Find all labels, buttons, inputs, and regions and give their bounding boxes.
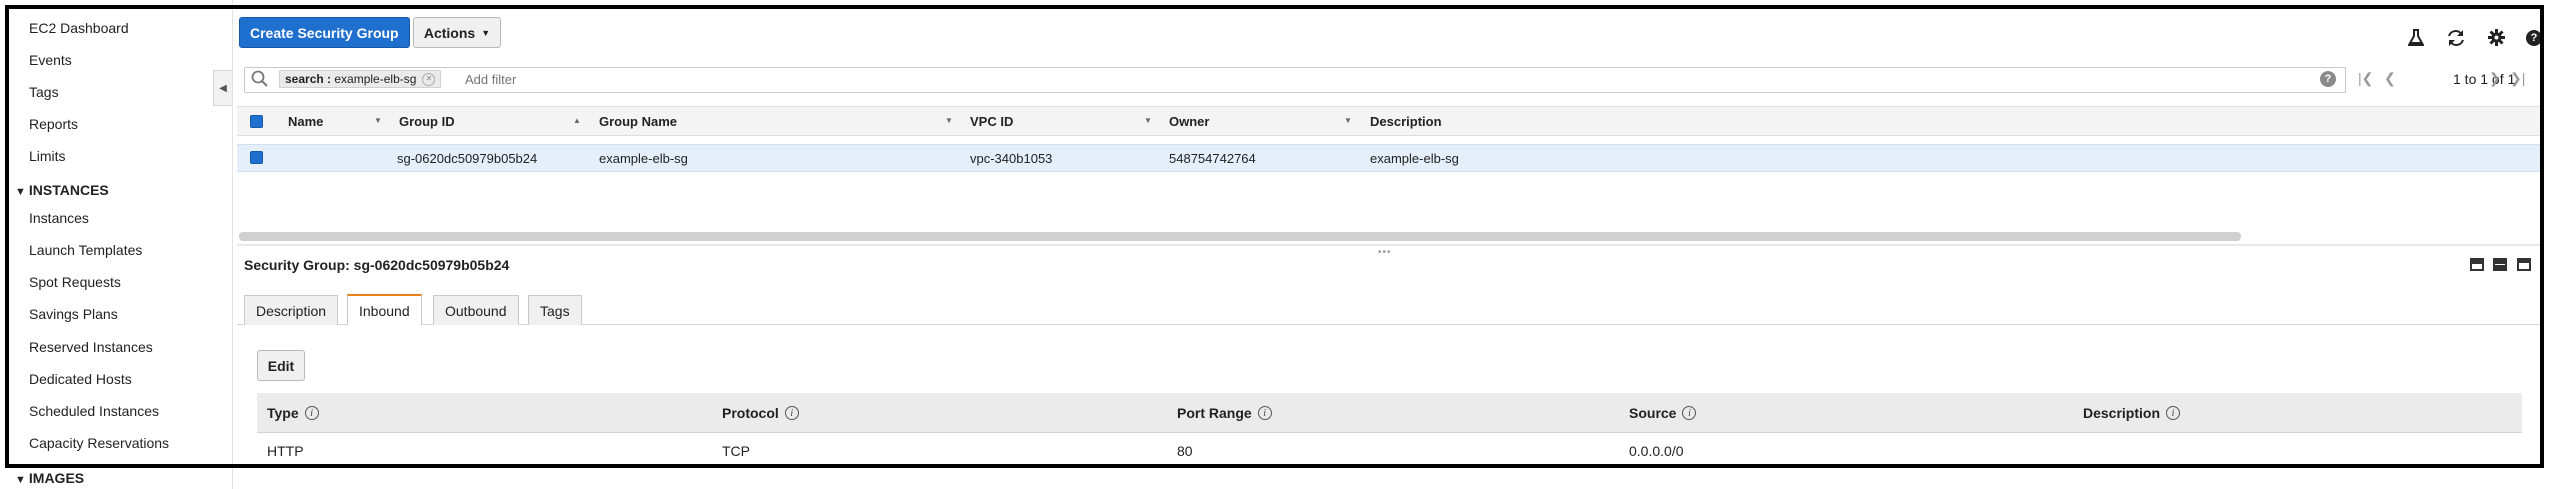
sidebar-item-spot-requests[interactable]: Spot Requests: [29, 274, 121, 290]
next-page-icon[interactable]: ❯: [2489, 70, 2501, 87]
rules-column-protocol: Protocol i: [722, 405, 799, 421]
select-all-checkbox[interactable]: [250, 115, 263, 128]
sidebar-item-scheduled-instances[interactable]: Scheduled Instances: [29, 403, 159, 419]
tab-inbound[interactable]: Inbound: [347, 294, 422, 325]
actions-dropdown[interactable]: Actions ▼: [413, 17, 501, 48]
caret-left-icon: ◀: [219, 82, 227, 94]
caret-down-icon: ▼: [15, 186, 26, 198]
rule-port-range: 80: [1177, 443, 1193, 459]
sidebar-item-launch-templates[interactable]: Launch Templates: [29, 242, 142, 258]
info-icon[interactable]: i: [1682, 406, 1697, 420]
sidebar-item-events[interactable]: Events: [29, 52, 72, 68]
pagination-text: 1 to 1 of 1: [2453, 71, 2516, 87]
sidebar-item-reports[interactable]: Reports: [29, 116, 78, 132]
sort-down-icon[interactable]: ▼: [374, 116, 382, 125]
sidebar-section-label: INSTANCES: [28, 182, 109, 198]
info-icon[interactable]: i: [304, 406, 319, 420]
refresh-icon[interactable]: [2446, 29, 2466, 50]
rules-column-label: Port Range: [1177, 405, 1252, 421]
sort-down-icon[interactable]: ▼: [945, 116, 953, 125]
sidebar-item-tags[interactable]: Tags: [29, 84, 59, 100]
collapse-sidebar-button[interactable]: ◀: [213, 70, 232, 106]
tab-tags[interactable]: Tags: [528, 295, 582, 325]
rules-column-label: Type: [267, 405, 299, 421]
sidebar-item-dedicated-hosts[interactable]: Dedicated Hosts: [29, 371, 132, 387]
close-icon[interactable]: ✕: [422, 72, 436, 86]
flask-icon[interactable]: [2407, 29, 2425, 50]
table-row[interactable]: sg-0620dc50979b05b24 example-elb-sg vpc-…: [237, 144, 2540, 172]
panel-splitter[interactable]: [237, 244, 2540, 246]
layout-bottom-icon[interactable]: [2470, 258, 2484, 271]
layout-split-icon[interactable]: [2493, 258, 2507, 271]
rules-column-label: Protocol: [722, 405, 779, 421]
rules-table-header: Type i Protocol i Port Range i Source i Desc…: [257, 393, 2522, 433]
rule-type: HTTP: [267, 443, 304, 459]
column-header-description[interactable]: Description: [1370, 114, 1442, 129]
cell-owner: 548754742764: [1169, 151, 1256, 166]
rules-column-description: Description i: [2083, 405, 2181, 421]
sort-up-icon[interactable]: ▲: [573, 116, 581, 125]
rules-column-label: Description: [2083, 405, 2161, 421]
sidebar-item-capacity-reservations[interactable]: Capacity Reservations: [29, 435, 169, 451]
column-header-group-name[interactable]: Group Name: [599, 114, 677, 129]
row-checkbox[interactable]: [250, 151, 263, 164]
column-header-name[interactable]: Name: [288, 114, 323, 129]
column-header-owner[interactable]: Owner: [1169, 114, 1209, 129]
filter-bar: search : example-elb-sg ✕: [244, 67, 2346, 93]
sidebar-item-ec2-dashboard[interactable]: EC2 Dashboard: [29, 20, 129, 36]
sidebar-section-label: IMAGES: [28, 470, 85, 486]
table-header: Name ▼ Group ID ▲ Group Name ▼ VPC ID ▼ …: [237, 106, 2540, 136]
previous-page-icon[interactable]: ❮: [2384, 70, 2396, 87]
filter-chip-value: example-elb-sg: [334, 72, 417, 86]
edit-button[interactable]: Edit: [257, 350, 305, 381]
rule-protocol: TCP: [722, 443, 750, 459]
sidebar: EC2 Dashboard Events Tags Reports Limits…: [0, 0, 233, 489]
column-header-group-id[interactable]: Group ID: [399, 114, 455, 129]
layout-full-icon[interactable]: [2517, 258, 2531, 271]
filter-help-icon[interactable]: ?: [2320, 71, 2336, 87]
sidebar-item-instances[interactable]: Instances: [29, 210, 89, 226]
rules-column-port-range: Port Range i: [1177, 405, 1272, 421]
cell-group-id: sg-0620dc50979b05b24: [397, 151, 538, 166]
first-page-icon[interactable]: |❮: [2358, 70, 2373, 87]
add-filter-input[interactable]: [463, 71, 1867, 88]
tab-outbound[interactable]: Outbound: [433, 295, 519, 325]
column-header-vpc-id[interactable]: VPC ID: [970, 114, 1013, 129]
last-page-icon[interactable]: ❯|: [2510, 70, 2525, 87]
rules-column-type: Type i: [267, 405, 319, 421]
info-icon[interactable]: i: [2166, 406, 2181, 420]
sidebar-section-instances[interactable]: ▼ INSTANCES: [15, 182, 109, 198]
cell-group-name: example-elb-sg: [599, 151, 688, 166]
help-icon[interactable]: ?: [2526, 30, 2542, 46]
actions-label: Actions: [423, 24, 476, 41]
cell-description: example-elb-sg: [1370, 151, 1459, 166]
horizontal-scrollbar[interactable]: [239, 232, 2241, 241]
tab-description[interactable]: Description: [244, 295, 339, 325]
rules-column-label: Source: [1629, 405, 1677, 421]
info-icon[interactable]: i: [1257, 406, 1272, 420]
sidebar-item-reserved-instances[interactable]: Reserved Instances: [29, 339, 153, 355]
caret-down-icon: ▼: [15, 474, 26, 486]
tabs-divider: [237, 324, 2540, 325]
sidebar-item-limits[interactable]: Limits: [29, 148, 66, 164]
gear-icon[interactable]: [2488, 29, 2505, 49]
rules-column-source: Source i: [1629, 405, 1697, 421]
sort-down-icon[interactable]: ▼: [1344, 116, 1352, 125]
sidebar-section-images[interactable]: ▼ IMAGES: [15, 470, 84, 486]
details-title: Security Group: sg-0620dc50979b05b24: [244, 257, 510, 273]
drag-handle-icon[interactable]: •••: [1378, 247, 1392, 258]
cell-vpc-id[interactable]: vpc-340b1053: [970, 151, 1052, 166]
sort-down-icon[interactable]: ▼: [1144, 116, 1152, 125]
filter-chip-key: search :: [285, 72, 332, 86]
filter-chip[interactable]: search : example-elb-sg ✕: [279, 70, 442, 88]
info-icon[interactable]: i: [784, 406, 799, 420]
rule-source: 0.0.0.0/0: [1629, 443, 1684, 459]
sidebar-item-savings-plans[interactable]: Savings Plans: [29, 306, 118, 322]
search-icon: [251, 70, 269, 93]
create-security-group-button[interactable]: Create Security Group: [239, 17, 410, 48]
caret-down-icon: ▼: [481, 27, 491, 38]
